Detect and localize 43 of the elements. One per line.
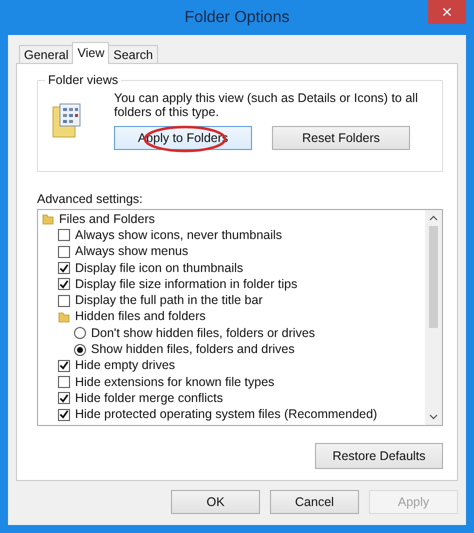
checkbox[interactable] — [58, 246, 70, 258]
setting-label: Hide folder merge conflicts — [75, 390, 223, 406]
setting-label: Display file size information in folder tips — [75, 276, 298, 292]
setting-label: Display file icon on thumbnails — [75, 260, 244, 276]
scroll-up-icon[interactable] — [429, 215, 438, 221]
tab[interactable]: View — [72, 42, 110, 64]
checkbox[interactable] — [58, 262, 70, 274]
checkbox[interactable] — [58, 278, 70, 290]
checkbox[interactable] — [58, 408, 70, 421]
folder-icon — [42, 213, 54, 226]
setting-label: Files and Folders — [59, 212, 155, 227]
section-label: Advanced settings: — [37, 192, 144, 206]
checkbox[interactable] — [58, 229, 70, 242]
setting-label: Always show menus — [75, 244, 188, 260]
setting-label: Hidden files and folders — [75, 309, 206, 324]
scrollbar[interactable] — [425, 210, 442, 425]
radio-button[interactable] — [74, 344, 86, 356]
tab[interactable]: General — [19, 45, 74, 63]
setting-label: Hide extensions for known file types — [75, 374, 274, 390]
folder-button[interactable]: Reset Folders — [272, 126, 410, 150]
setting-label: Hide protected operating system files (Recommended) — [75, 407, 378, 422]
dialog-button[interactable]: OK — [171, 490, 260, 514]
folder-icon — [58, 310, 70, 323]
dialog-button[interactable]: Cancel — [270, 490, 359, 514]
setting-label: Always show icons, never thumbnails — [75, 228, 282, 243]
description-text: You can apply this view (such as Details or Icons) to all folders of this type. — [114, 91, 419, 119]
checkbox[interactable] — [58, 376, 70, 388]
close-button[interactable]: × — [428, 0, 466, 24]
window-title: Folder Options — [184, 8, 290, 26]
scrollbar-thumb[interactable] — [429, 226, 438, 328]
setting-label: Don't show hidden files, folders or drives — [91, 326, 316, 341]
setting-label: Show hidden files, folders and drives — [91, 342, 295, 358]
restore-defaults-button[interactable]: Restore Defaults — [315, 443, 443, 469]
folder-view-icon — [52, 103, 82, 139]
radio-button[interactable] — [74, 327, 86, 340]
group-label: Folder views — [45, 73, 122, 87]
setting-label: Hide empty drives — [75, 358, 176, 374]
checkbox[interactable] — [58, 392, 70, 404]
scroll-down-icon[interactable] — [429, 414, 438, 420]
checkbox[interactable] — [58, 294, 70, 307]
tab[interactable]: Search — [108, 45, 158, 63]
setting-label: Display the full path in the title bar — [75, 293, 263, 308]
checkbox[interactable] — [58, 360, 70, 372]
